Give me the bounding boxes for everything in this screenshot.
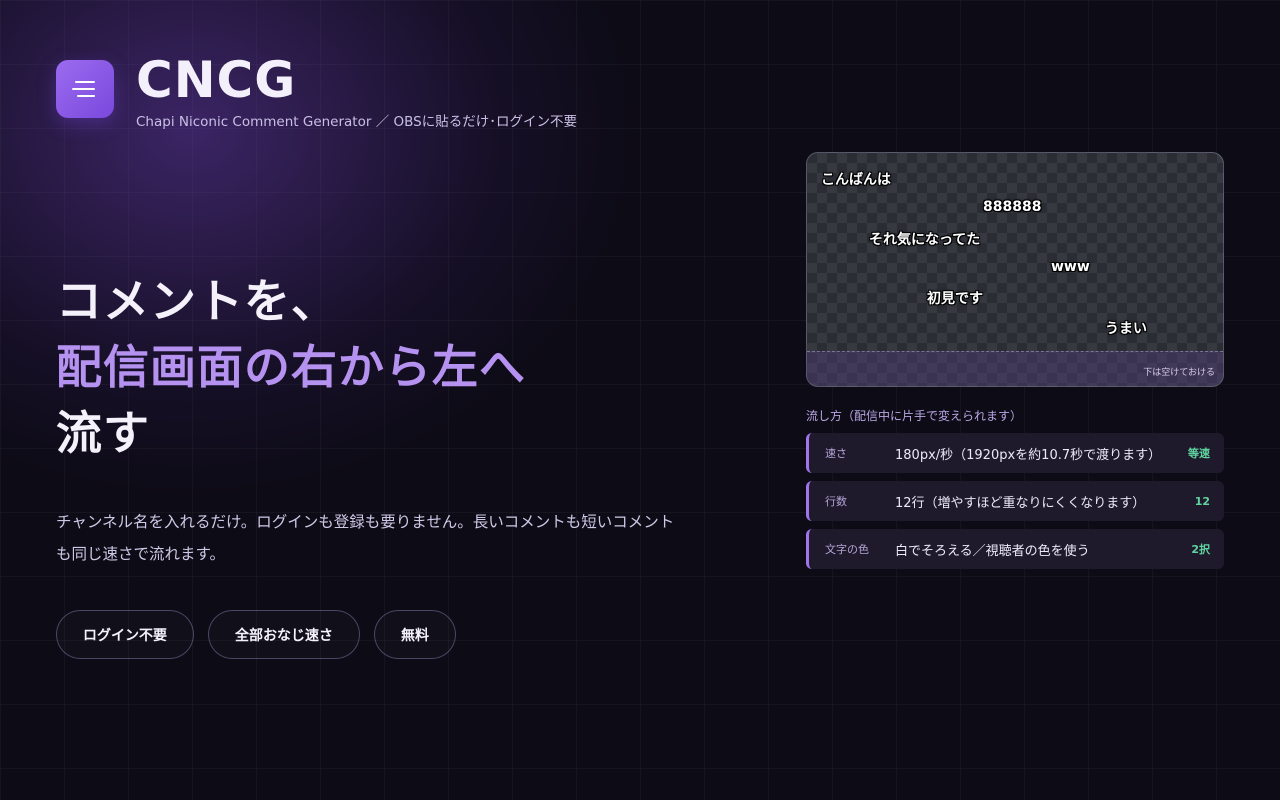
app-title: CNCG: [136, 51, 297, 109]
preview-comment: うまい: [1105, 321, 1147, 337]
setting-value: 12行（増やすほど重なりにくくなります）: [895, 495, 1146, 511]
app-subtitle: Chapi Niconic Comment Generator ／ OBSに貼る…: [136, 114, 577, 130]
comment-preview: こんばんは 888888 それ気になってた www 初見です うまい 下は空けて…: [806, 152, 1224, 387]
pill-no-login[interactable]: ログイン不要: [56, 610, 194, 659]
setting-value: 白でそろえる／視聴者の色を使う: [895, 543, 1090, 559]
setting-value: 180px/秒（1920pxを約10.7秒で渡ります）: [895, 447, 1162, 463]
feature-pills: ログイン不要 全部おなじ速さ 無料: [56, 610, 456, 659]
preview-comment: 初見です: [927, 291, 983, 307]
preview-comment: www: [1051, 259, 1090, 275]
setting-tag: 等速: [1188, 447, 1210, 460]
preview-bottom-note: 下は空けておける: [1143, 368, 1215, 378]
preview-comment: 888888: [983, 199, 1042, 215]
setting-speed[interactable]: 速さ 180px/秒（1920pxを約10.7秒で渡ります） 等速: [806, 433, 1224, 473]
pill-free[interactable]: 無料: [374, 610, 456, 659]
settings-label: 流し方（配信中に片手で変えられます）: [806, 409, 1023, 423]
logo: [56, 60, 114, 118]
hero-line-1: コメントを、: [56, 274, 338, 328]
setting-key: 文字の色: [825, 543, 869, 556]
hero-line-2: 配信画面の右から左へ: [56, 340, 526, 394]
setting-key: 行数: [825, 495, 847, 508]
setting-text-color[interactable]: 文字の色 白でそろえる／視聴者の色を使う 2択: [806, 529, 1224, 569]
hero-headline: コメントを、 配信画面の右から左へ 流す: [56, 268, 526, 466]
lead-text: チャンネル名を入れるだけ。ログインも登録も要りません。長いコメントも短いコメント…: [56, 513, 675, 563]
setting-tag: 2択: [1191, 543, 1210, 556]
hero-line-3: 流す: [56, 406, 150, 460]
setting-key: 速さ: [825, 447, 847, 460]
setting-tag: 12: [1194, 494, 1210, 508]
preview-comment: それ気になってた: [869, 232, 981, 248]
pill-same-speed[interactable]: 全部おなじ速さ: [208, 610, 360, 659]
brand-header: CNCG Chapi Niconic Comment Generator ／ O…: [56, 52, 577, 130]
setting-lines[interactable]: 行数 12行（増やすほど重なりにくくなります） 12: [806, 481, 1224, 521]
preview-comment: こんばんは: [821, 172, 891, 188]
menu-lines-icon: [72, 81, 95, 97]
